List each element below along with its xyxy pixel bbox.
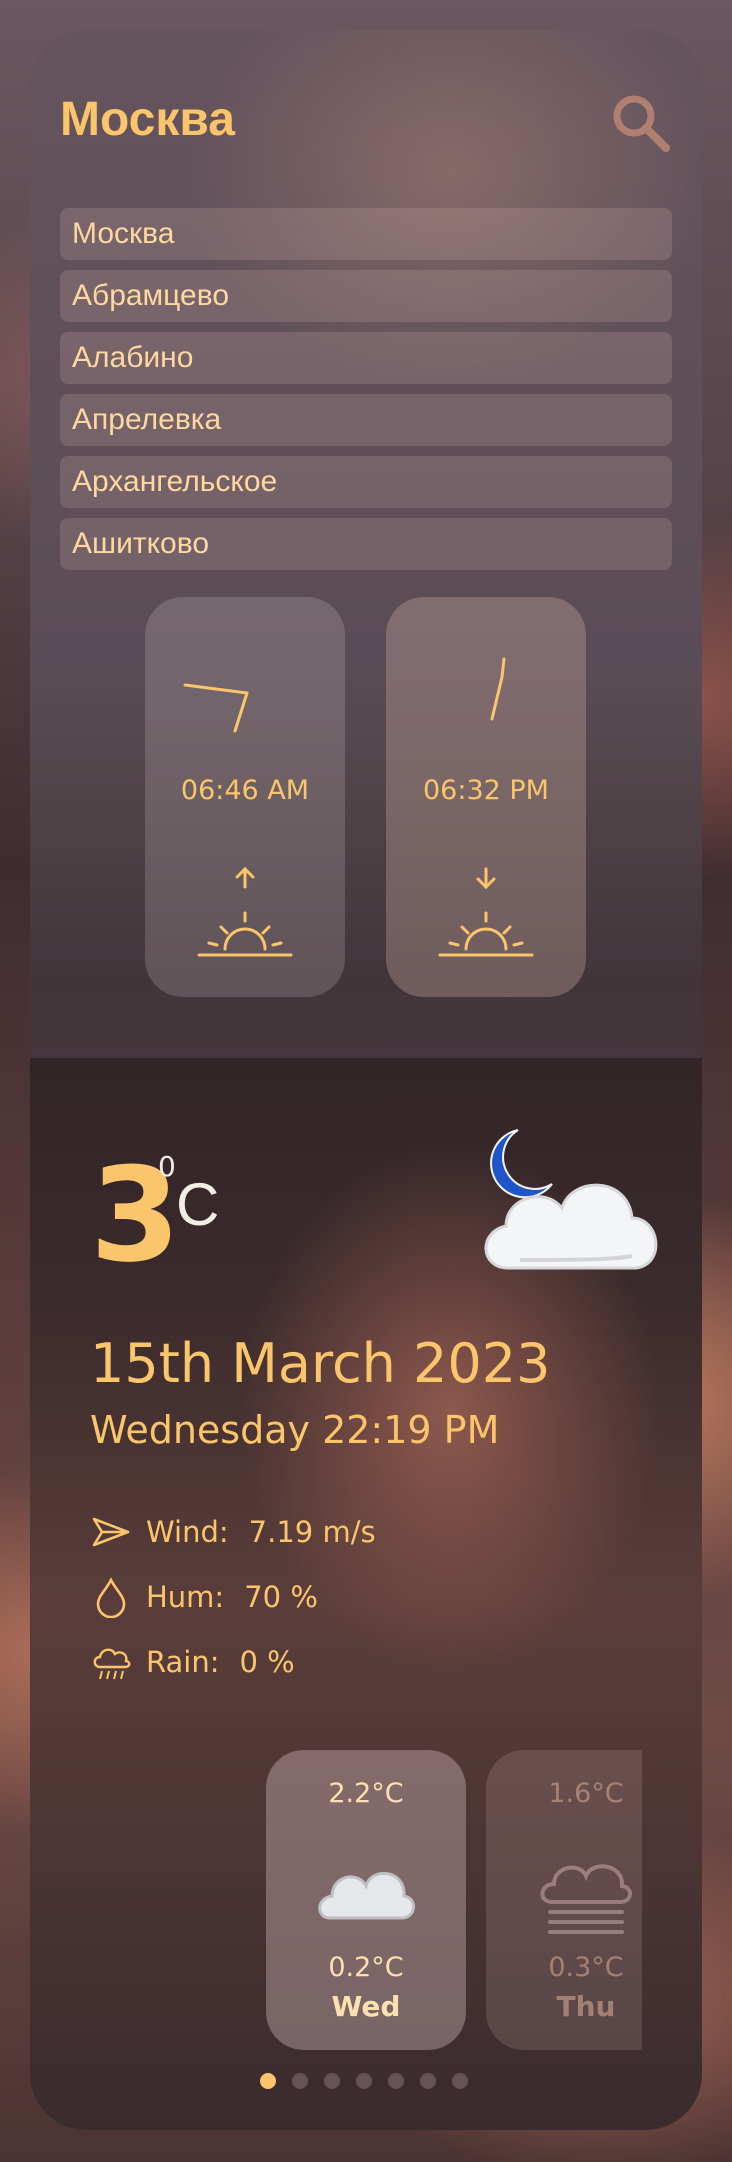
- wind-value: 7.19 m/s: [248, 1515, 376, 1549]
- city-suggestion-item[interactable]: Абрамцево: [60, 270, 672, 322]
- forecast-card[interactable]: 1.6°C 0.3°C Thu: [486, 1750, 642, 2050]
- sunset-icon: [438, 867, 534, 957]
- sunrise-card: 06:46 AM: [145, 597, 345, 997]
- wind-stat: Wind: 7.19 m/s: [90, 1510, 376, 1554]
- forecast-high: 2.2°C: [328, 1778, 404, 1809]
- rain-stat: Rain: 0 %: [90, 1640, 295, 1684]
- city-suggestion-list: Москва Абрамцево Алабино Апрелевка Архан…: [60, 208, 672, 580]
- search-icon[interactable]: [608, 90, 672, 154]
- wind-label: Wind:: [146, 1515, 229, 1549]
- pagination-dot[interactable]: [420, 2073, 436, 2089]
- rain-label: Rain:: [146, 1645, 220, 1679]
- weather-app: Москва Москва Абрамцево Алабино Апрелевк…: [30, 30, 702, 2130]
- pagination-dot[interactable]: [388, 2073, 404, 2089]
- moon-cloud-icon: [484, 1129, 658, 1270]
- forecast-day: Thu: [556, 1990, 616, 2023]
- rain-value: 0 %: [239, 1645, 295, 1679]
- pagination-dot[interactable]: [260, 2073, 276, 2089]
- city-suggestion-item[interactable]: Москва: [60, 208, 672, 260]
- forecast-day: Wed: [331, 1990, 401, 2023]
- pagination-dot[interactable]: [292, 2073, 308, 2089]
- forecast-card[interactable]: 2.2°C 0.2°C Wed: [266, 1750, 466, 2050]
- city-suggestion-item[interactable]: Алабино: [60, 332, 672, 384]
- current-day-time: Wednesday 22:19 PM: [90, 1408, 500, 1452]
- cloud-icon: [318, 1871, 415, 1920]
- sunrise-icon: [197, 866, 293, 957]
- degree-symbol: 0: [158, 1150, 176, 1183]
- clock-hands-icon: [490, 657, 506, 721]
- forecast-carousel[interactable]: 2.2°C 0.2°C Wed 1.6°C 0.3°C Thu: [30, 1720, 642, 2060]
- pagination-dot[interactable]: [452, 2073, 468, 2089]
- wind-direction-icon: [92, 1517, 130, 1547]
- forecast-high: 1.6°C: [548, 1778, 624, 1809]
- fog-icon: [540, 1864, 632, 1934]
- pagination-dots: [30, 2073, 702, 2093]
- forecast-low: 0.3°C: [548, 1952, 624, 1983]
- temperature-unit: C: [176, 1171, 220, 1238]
- sunset-card: 06:32 PM: [386, 597, 586, 997]
- pagination-dot[interactable]: [324, 2073, 340, 2089]
- city-suggestion-item[interactable]: Ашитково: [60, 518, 672, 570]
- pagination-dot[interactable]: [356, 2073, 372, 2089]
- sunset-time: 06:32 PM: [423, 775, 549, 806]
- city-title: Москва: [60, 93, 235, 146]
- rain-cloud-icon: [93, 1648, 131, 1680]
- current-date: 15th March 2023: [90, 1332, 551, 1395]
- sunrise-time: 06:46 AM: [180, 775, 310, 806]
- search-panel: Москва Москва Абрамцево Алабино Апрелевк…: [30, 30, 702, 1058]
- forecast-low: 0.2°C: [328, 1952, 404, 1983]
- humidity-stat: Hum: 70 %: [90, 1575, 318, 1619]
- city-suggestion-item[interactable]: Архангельское: [60, 456, 672, 508]
- clock-hands-icon: [183, 683, 249, 733]
- humidity-label: Hum:: [146, 1580, 225, 1614]
- humidity-value: 70 %: [244, 1580, 318, 1614]
- droplet-icon: [96, 1577, 126, 1618]
- city-suggestion-item[interactable]: Апрелевка: [60, 394, 672, 446]
